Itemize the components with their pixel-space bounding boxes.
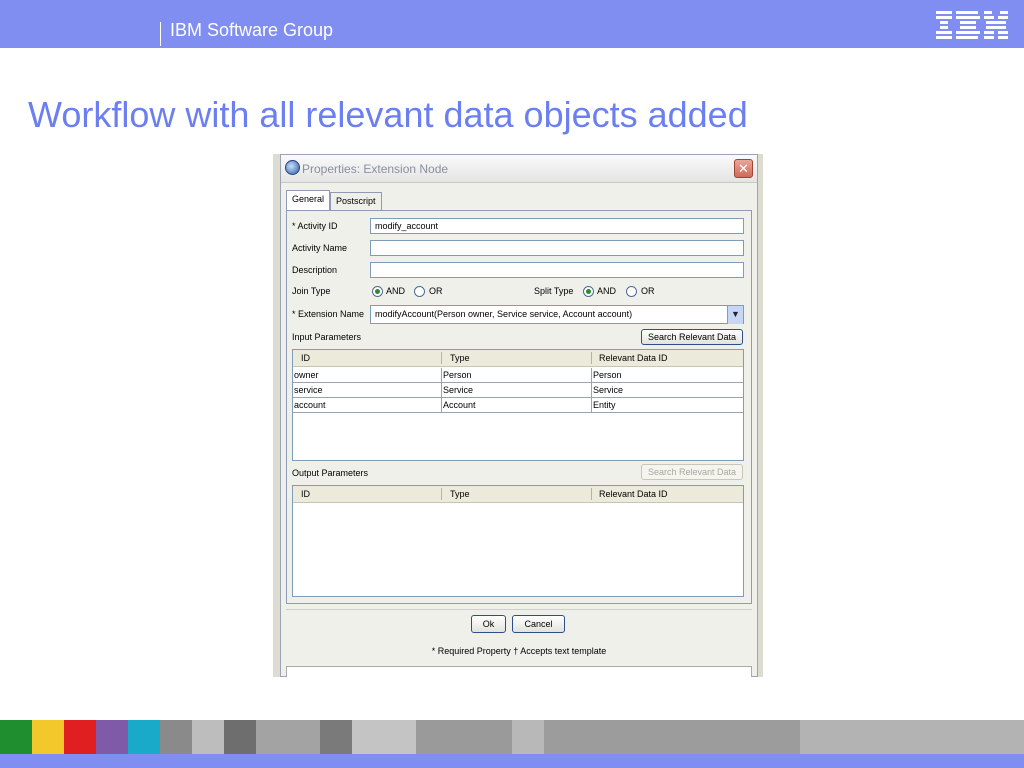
cell-id: owner — [294, 370, 319, 380]
input-search-relevant-data-button[interactable]: Search Relevant Data — [641, 329, 743, 345]
cell-separator — [591, 398, 592, 413]
join-and-label: AND — [386, 286, 406, 296]
output-params-table: ID Type Relevant Data ID — [292, 485, 744, 597]
header-divider — [160, 22, 161, 46]
cell-id: service — [294, 385, 323, 395]
cancel-button[interactable]: Cancel — [512, 615, 565, 633]
footer-color-band — [0, 720, 1024, 754]
tab-general[interactable]: General — [286, 190, 331, 211]
footer-band-cell — [32, 720, 64, 754]
split-or-label: OR — [641, 286, 655, 296]
table-row[interactable]: service Service Service — [293, 383, 743, 398]
dialog-titlebar[interactable]: Properties: Extension Node ✕ — [281, 155, 757, 183]
ibm-logo — [936, 11, 1008, 39]
close-icon[interactable]: ✕ — [734, 159, 753, 178]
footer-band-cell — [800, 720, 1024, 754]
footer-band-cell — [192, 720, 224, 754]
cell-type: Person — [443, 370, 472, 380]
col-separator — [441, 488, 442, 500]
footer-band-cell — [160, 720, 192, 754]
cell-relevant-data: Person — [593, 370, 622, 380]
activity-id-label: * Activity ID — [292, 221, 338, 231]
footer-band-cell — [128, 720, 160, 754]
footer-band-cell — [256, 720, 320, 754]
join-type-label: Join Type — [292, 286, 331, 296]
chevron-down-icon[interactable]: ▼ — [727, 306, 743, 324]
output-search-relevant-data-button[interactable]: Search Relevant Data — [641, 464, 743, 480]
cell-separator — [441, 368, 442, 383]
extension-name-value: modifyAccount(Person owner, Service serv… — [375, 309, 633, 319]
split-type-label: Split Type — [534, 286, 574, 296]
col-type-header[interactable]: Type — [450, 353, 470, 363]
join-or-radio[interactable] — [414, 286, 425, 297]
cell-type: Account — [443, 400, 476, 410]
required-footnote: * Required Property † Accepts text templ… — [431, 646, 607, 656]
header-bar — [0, 0, 1024, 48]
input-params-label: Input Parameters — [292, 332, 362, 342]
split-or-radio[interactable] — [626, 286, 637, 297]
footer-band-cell — [512, 720, 544, 754]
split-and-radio[interactable] — [583, 286, 594, 297]
ok-button[interactable]: Ok — [471, 615, 506, 633]
col-type-header[interactable]: Type — [450, 489, 470, 499]
app-icon — [285, 160, 300, 175]
general-panel: * Activity ID modify_account Activity Na… — [286, 210, 752, 604]
footer-bar — [0, 754, 1024, 768]
screenshot-frame: Properties: Extension Node ✕ General Pos… — [273, 154, 763, 677]
footer-band-cell — [352, 720, 416, 754]
join-or-label: OR — [429, 286, 443, 296]
output-params-label: Output Parameters — [292, 468, 369, 478]
cell-separator — [441, 383, 442, 398]
output-params-header: ID Type Relevant Data ID — [293, 486, 743, 503]
input-params-table: ID Type Relevant Data ID owner Person Pe… — [292, 349, 744, 461]
underlying-window-edge — [286, 666, 752, 677]
activity-name-label: Activity Name — [292, 243, 348, 253]
footer-band-cell — [320, 720, 352, 754]
col-relevant-data-header[interactable]: Relevant Data ID — [599, 353, 668, 363]
activity-id-field[interactable]: modify_account — [370, 218, 744, 234]
footer-separator — [286, 609, 752, 610]
properties-dialog: Properties: Extension Node ✕ General Pos… — [280, 154, 758, 677]
footer-band-cell — [64, 720, 96, 754]
extension-name-label: * Extension Name — [292, 309, 365, 319]
description-label: Description — [292, 265, 338, 275]
slide-title: Workflow with all relevant data objects … — [28, 94, 748, 135]
col-separator — [591, 352, 592, 364]
description-field[interactable] — [370, 262, 744, 278]
col-id-header[interactable]: ID — [301, 489, 310, 499]
footer-band-cell — [416, 720, 512, 754]
footer-band-cell — [224, 720, 256, 754]
footer-band-cell — [544, 720, 800, 754]
split-and-label: AND — [597, 286, 617, 296]
group-label: IBM Software Group — [170, 20, 334, 40]
cell-relevant-data: Service — [593, 385, 624, 395]
dialog-title: Properties: Extension Node — [302, 162, 449, 176]
cell-id: account — [294, 400, 326, 410]
col-separator — [591, 488, 592, 500]
table-row[interactable]: owner Person Person — [293, 368, 743, 383]
tab-postscript[interactable]: Postscript — [330, 192, 382, 211]
cell-type: Service — [443, 385, 474, 395]
footer-band-cell — [0, 720, 32, 754]
cell-relevant-data: Entity — [593, 400, 616, 410]
extension-name-combo[interactable]: modifyAccount(Person owner, Service serv… — [370, 305, 744, 324]
activity-name-field[interactable] — [370, 240, 744, 256]
col-id-header[interactable]: ID — [301, 353, 310, 363]
join-and-radio[interactable] — [372, 286, 383, 297]
col-relevant-data-header[interactable]: Relevant Data ID — [599, 489, 668, 499]
cell-separator — [441, 398, 442, 413]
input-params-header: ID Type Relevant Data ID — [293, 350, 743, 367]
cell-separator — [591, 368, 592, 383]
col-separator — [441, 352, 442, 364]
table-row[interactable]: account Account Entity — [293, 398, 743, 413]
cell-separator — [591, 383, 592, 398]
footer-band-cell — [96, 720, 128, 754]
